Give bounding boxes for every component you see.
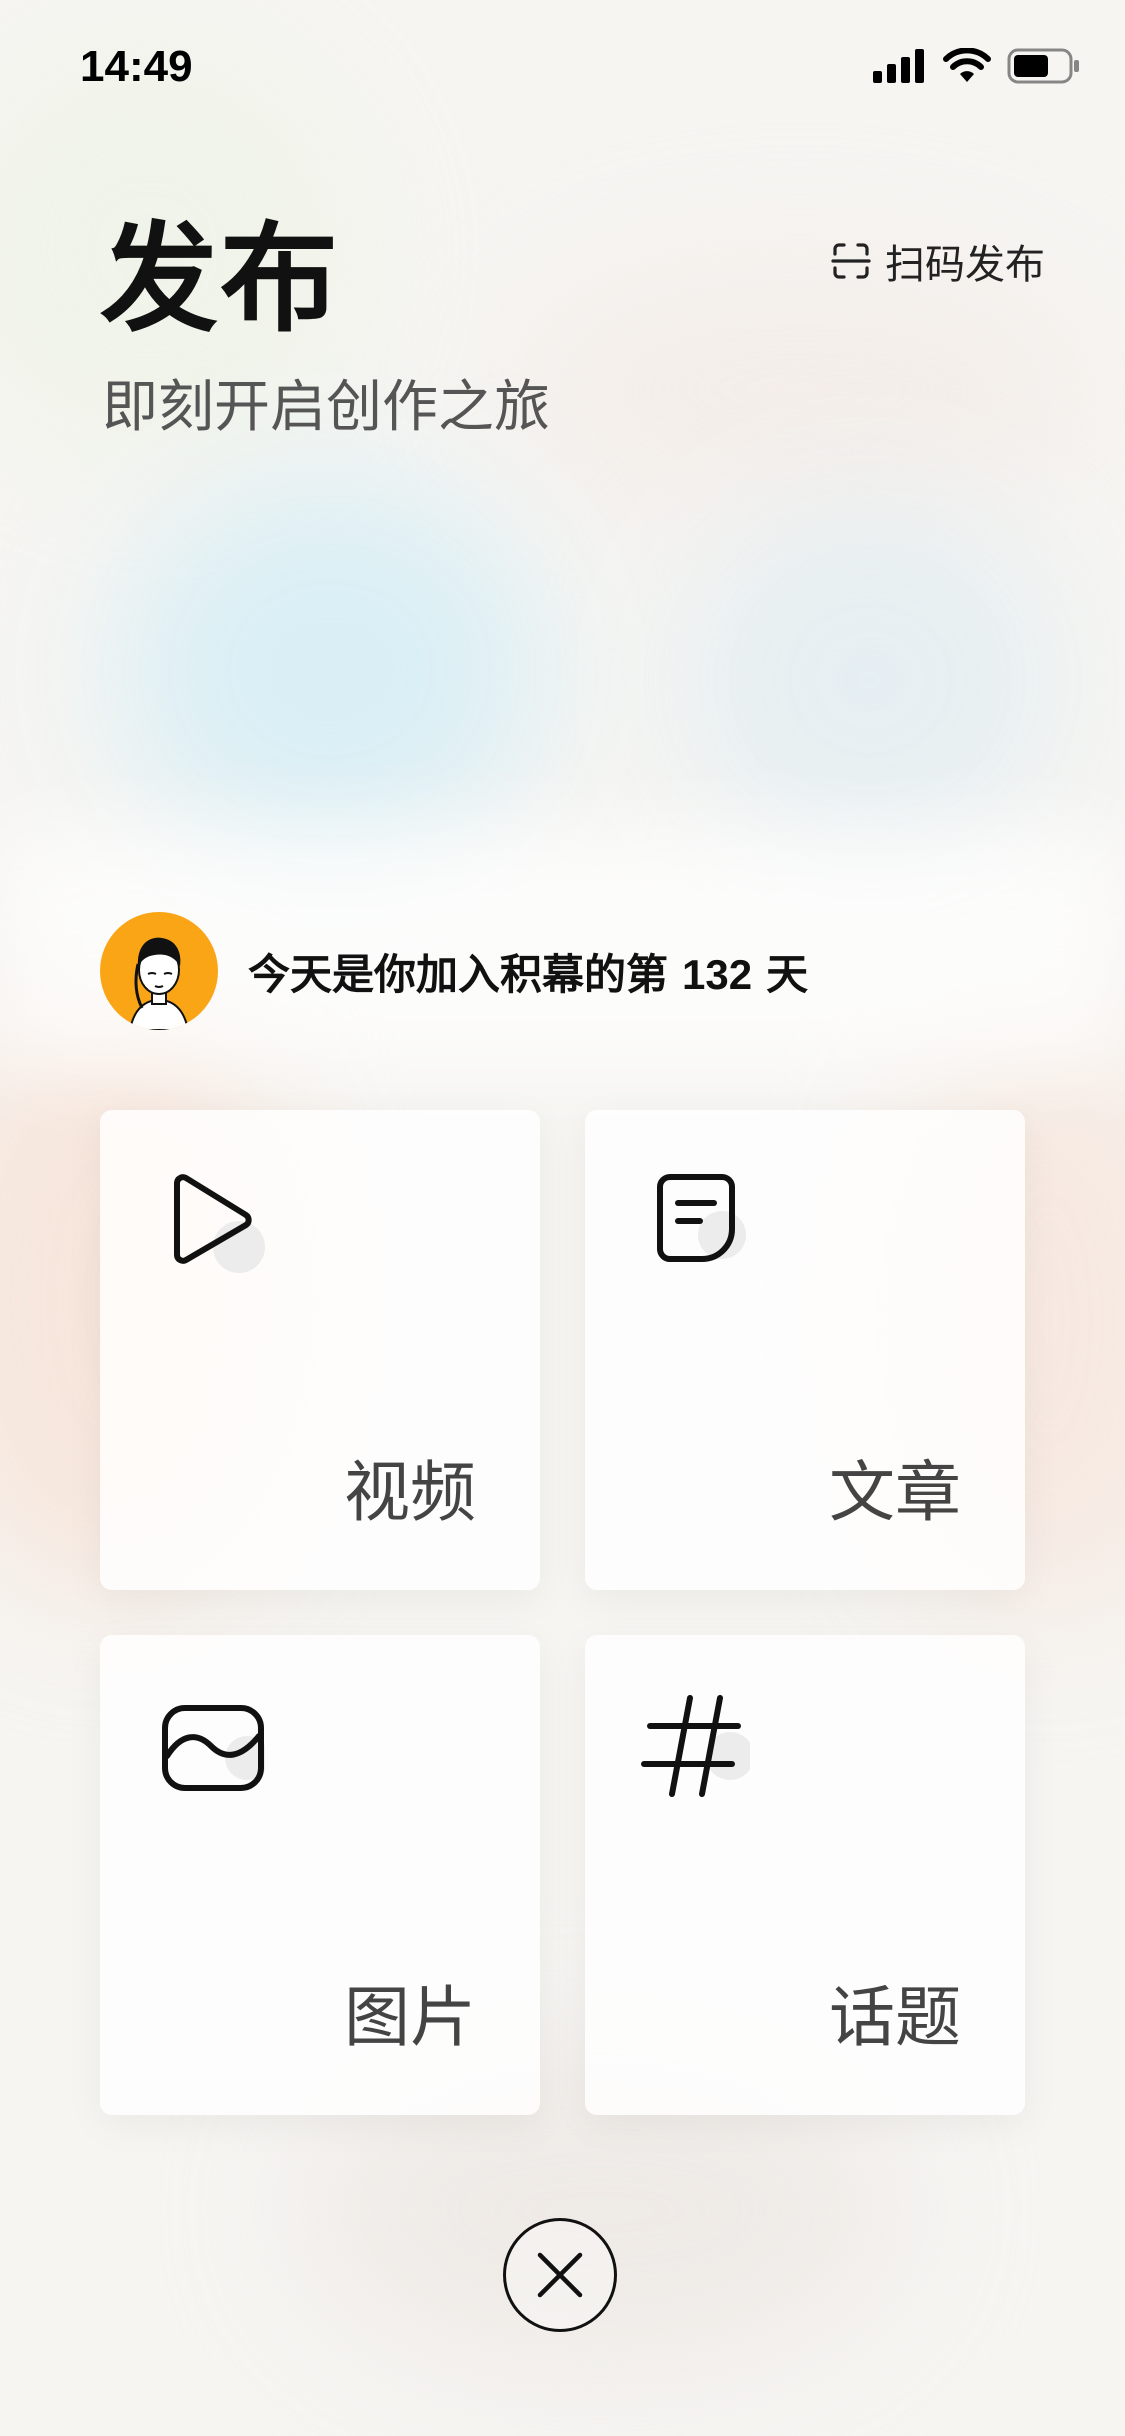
option-label: 图片 [344,1979,476,2056]
background-blur [500,260,1100,520]
option-label: 文章 [829,1454,961,1531]
status-icons [873,48,1081,84]
close-icon [537,2252,583,2298]
scan-publish-button[interactable]: 扫码发布 [831,232,1045,290]
publish-video-card[interactable]: 视频 [100,1110,540,1590]
welcome-prefix: 今天是你加入积幕的第 [248,949,669,999]
background-blur [680,500,1060,860]
image-icon [162,1705,265,1791]
status-time: 14:49 [80,42,193,91]
days-count: 132 [682,950,753,998]
hashtag-icon [641,1695,750,1797]
page-title: 发布 [100,210,341,348]
wifi-icon [943,48,991,82]
scan-publish-label: 扫码发布 [885,242,1045,288]
publish-image-card[interactable]: 图片 [100,1635,540,2115]
battery-icon [1007,48,1079,84]
avatar[interactable] [100,912,218,1030]
cellular-signal-icon [873,49,924,83]
publish-article-card[interactable]: 文章 [585,1110,1025,1590]
welcome-message: 今天是你加入积幕的第 132 天 [248,941,808,1002]
publish-screen: 14:49 发布 即刻开启创作之旅 扫码发布 今天是你加入积幕的第 132 天 … [0,0,1125,2436]
option-label: 视频 [344,1454,476,1531]
scan-icon [831,243,871,279]
article-icon [657,1174,746,1262]
welcome-row: 今天是你加入积幕的第 132 天 [100,912,808,1030]
close-button[interactable] [503,2218,617,2332]
publish-topic-card[interactable]: 话题 [585,1635,1025,2115]
welcome-suffix: 天 [766,949,809,999]
option-label: 话题 [829,1979,961,2056]
status-bar: 14:49 [0,0,1125,130]
background-blur [120,480,540,860]
page-subtitle: 即刻开启创作之旅 [102,375,550,440]
avatar-illustration [128,937,190,1030]
play-icon [174,1174,265,1273]
